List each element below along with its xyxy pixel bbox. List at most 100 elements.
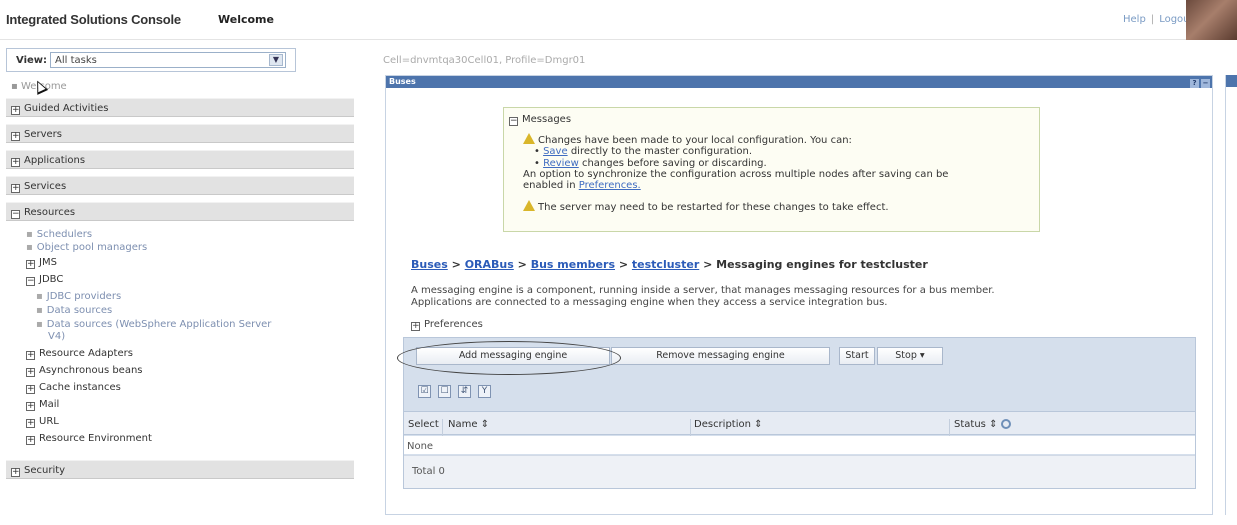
- view-label: View:: [16, 55, 48, 66]
- nav-category-label: Services: [24, 181, 67, 192]
- deselect-all-icon[interactable]: ☐: [438, 385, 451, 398]
- expand-icon: +: [11, 105, 20, 115]
- breadcrumb-separator: >: [517, 258, 527, 271]
- save-link[interactable]: Save: [543, 146, 568, 157]
- refresh-icon[interactable]: [1001, 419, 1012, 429]
- start-button[interactable]: Start: [839, 347, 875, 365]
- view-select[interactable]: All tasks ▼: [50, 52, 286, 68]
- column-description-label: Description: [694, 419, 751, 430]
- nav-item-asynchronous-beans[interactable]: + Asynchronous beans: [26, 365, 143, 377]
- message-changes-text: Changes have been made to your local con…: [538, 135, 852, 146]
- column-status[interactable]: Status ⇕: [954, 419, 1012, 430]
- nav-item-url[interactable]: + URL: [26, 416, 59, 428]
- app-title: Integrated Solutions Console: [6, 12, 181, 27]
- stop-button-label: Stop: [895, 350, 917, 361]
- breadcrumb-current: Messaging engines for testcluster: [716, 258, 928, 271]
- top-banner: Integrated Solutions Console Welcome Hel…: [0, 0, 1237, 40]
- nav-item-data-sources-v4-cont[interactable]: V4): [48, 331, 65, 342]
- nav-item-data-sources-v4[interactable]: ▪ Data sources (WebSphere Application Ser…: [36, 319, 271, 330]
- breadcrumb-testcluster[interactable]: testcluster: [632, 258, 699, 271]
- filter-icon[interactable]: Y: [478, 385, 491, 398]
- message-restart-text: The server may need to be restarted for …: [538, 202, 889, 213]
- nav-item-mail[interactable]: + Mail: [26, 399, 59, 411]
- warning-icon: [523, 133, 535, 144]
- expand-icon: +: [11, 157, 20, 167]
- chevron-down-icon[interactable]: ▼: [269, 54, 283, 66]
- nav-item-jdbc-providers[interactable]: ▪ JDBC providers: [36, 291, 121, 302]
- review-link[interactable]: Review: [543, 158, 579, 169]
- help-link[interactable]: Help: [1123, 14, 1146, 25]
- help-icon[interactable]: ?: [1190, 79, 1199, 88]
- nav-item-label: JMS: [39, 257, 57, 268]
- welcome-label: Welcome: [218, 13, 274, 26]
- breadcrumb-buses[interactable]: Buses: [411, 258, 448, 271]
- message-review-line: • Review changes before saving or discar…: [534, 158, 767, 169]
- left-navigation: View: All tasks ▼ ▪ Welcome + Guided Acti…: [6, 46, 354, 525]
- panel-header: Buses ? −: [386, 76, 1212, 88]
- stop-button[interactable]: Stop ▾: [877, 347, 943, 365]
- panel-title: Buses: [389, 77, 416, 86]
- expand-icon: +: [26, 350, 35, 360]
- save-rest-text: directly to the master configuration.: [570, 146, 753, 157]
- column-description[interactable]: Description ⇕: [694, 419, 763, 430]
- nav-category-applications[interactable]: + Applications: [6, 150, 354, 169]
- description-line-2: Applications are connected to a messagin…: [411, 297, 888, 308]
- nav-category-security[interactable]: + Security: [6, 460, 354, 479]
- nav-item-object-pool-managers[interactable]: ▪ Object pool managers: [26, 242, 147, 253]
- messages-header[interactable]: − Messages: [509, 114, 571, 126]
- nav-category-servers[interactable]: + Servers: [6, 124, 354, 143]
- expand-icon: +: [26, 401, 35, 411]
- table-header: Select Name ⇕ Description ⇕ Status ⇕: [404, 411, 1195, 441]
- nav-item-label: Cache instances: [39, 382, 121, 393]
- sort-icon: ⇕: [480, 419, 490, 430]
- nav-category-resources[interactable]: − Resources: [6, 202, 354, 221]
- message-save-line: • Save directly to the master configurat…: [534, 146, 753, 157]
- show-filter-icon[interactable]: ⇵: [458, 385, 471, 398]
- expand-icon: +: [11, 467, 20, 477]
- nav-item-label: V4): [48, 331, 66, 342]
- select-all-icon[interactable]: ☑: [418, 385, 431, 398]
- nav-item-data-sources[interactable]: ▪ Data sources: [36, 305, 112, 316]
- nav-category-label: Applications: [24, 155, 86, 166]
- remove-messaging-engine-button[interactable]: Remove messaging engine: [611, 347, 830, 365]
- breadcrumb-bus-members[interactable]: Bus members: [531, 258, 615, 271]
- nav-item-label: Mail: [39, 399, 60, 410]
- nav-item-resource-environment[interactable]: + Resource Environment: [26, 433, 152, 445]
- nav-item-label: Asynchronous beans: [39, 365, 143, 376]
- message-sync-line1: An option to synchronize the configurati…: [523, 169, 949, 180]
- nav-category-label: Servers: [24, 129, 63, 140]
- nav-item-jdbc[interactable]: − JDBC: [26, 274, 63, 286]
- expand-icon: +: [11, 131, 20, 141]
- banner-links: Help | Logout: [1123, 14, 1193, 25]
- nav-item-label: Data sources: [46, 305, 113, 316]
- collapse-icon: −: [509, 116, 518, 126]
- avatar: [1186, 0, 1237, 40]
- expand-icon: +: [26, 435, 35, 445]
- nav-item-resource-adapters[interactable]: + Resource Adapters: [26, 348, 133, 360]
- nav-item-jms[interactable]: + JMS: [26, 257, 57, 269]
- breadcrumb-separator: >: [618, 258, 629, 271]
- warning-icon: [523, 200, 535, 211]
- preferences-toggle[interactable]: + Preferences: [411, 319, 483, 331]
- nav-item-schedulers[interactable]: ▪ Schedulers: [26, 229, 92, 240]
- minimize-icon[interactable]: −: [1201, 79, 1210, 88]
- page-description: A messaging engine is a component, runni…: [411, 285, 995, 309]
- nav-item-cache-instances[interactable]: + Cache instances: [26, 382, 121, 394]
- description-line-1: A messaging engine is a component, runni…: [411, 285, 995, 296]
- view-selector: View: All tasks ▼: [6, 48, 296, 72]
- right-panel-header: [1226, 75, 1237, 87]
- nav-item-label: Data sources (WebSphere Application Serv…: [46, 319, 272, 330]
- nav-category-services[interactable]: + Services: [6, 176, 354, 195]
- sync-prefix-text: enabled in: [523, 180, 576, 191]
- nav-item-label: JDBC: [39, 274, 64, 285]
- expand-icon: +: [26, 384, 35, 394]
- breadcrumb-orabus[interactable]: ORABus: [465, 258, 514, 271]
- annotation-oval: [397, 341, 621, 375]
- nav-item-label: URL: [39, 416, 59, 427]
- panel-header-icons: ? −: [1188, 77, 1210, 89]
- expand-icon: +: [11, 183, 20, 193]
- column-name[interactable]: Name ⇕: [448, 419, 489, 430]
- nav-category-guided-activities[interactable]: + Guided Activities: [6, 98, 354, 117]
- preferences-link[interactable]: Preferences.: [579, 180, 641, 191]
- column-select: Select: [408, 419, 439, 430]
